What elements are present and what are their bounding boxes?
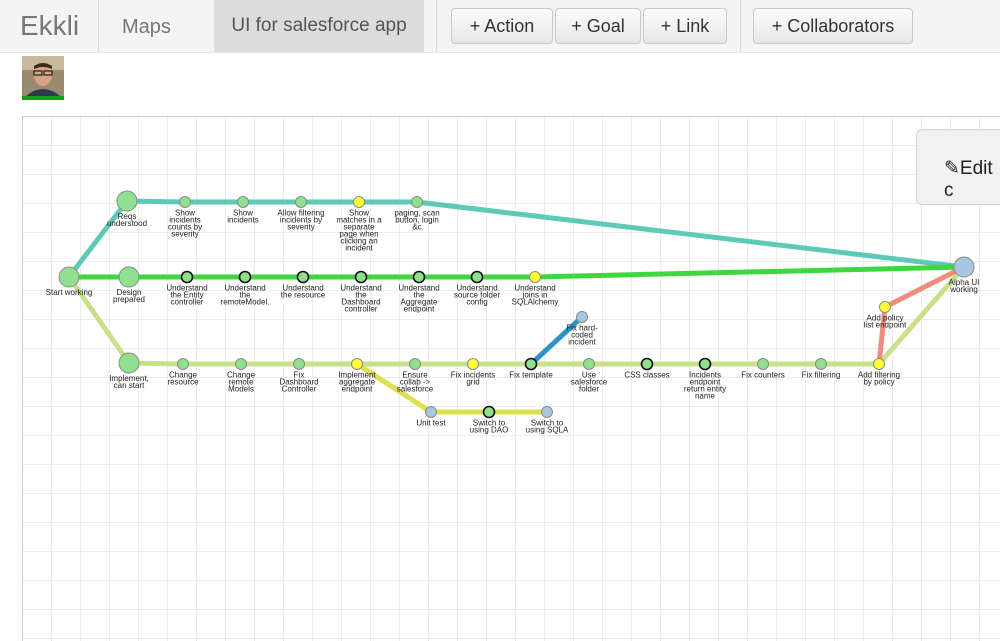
node-label-reqs: Reqs understood: [107, 212, 147, 228]
node-label-b11: Fix counters: [741, 371, 785, 380]
node-t5[interactable]: [411, 196, 423, 208]
add-action-button[interactable]: + Action: [451, 8, 553, 44]
node-label-impl: Implement, can start: [109, 374, 149, 390]
node-label-b5: Ensure collab -> salesforce: [397, 371, 434, 394]
node-label-u3: Switch to using SQLA: [526, 419, 569, 435]
edit-button[interactable]: ✎Edit c: [944, 157, 1000, 202]
node-m7[interactable]: [529, 271, 541, 283]
node-b5[interactable]: [409, 358, 421, 370]
node-m6[interactable]: [470, 270, 484, 284]
node-hc[interactable]: [576, 311, 588, 323]
node-b1[interactable]: [177, 358, 189, 370]
node-u2[interactable]: [482, 405, 496, 419]
node-b6[interactable]: [467, 358, 479, 370]
node-label-m7: Understand joins in SQLAlchemy: [512, 284, 559, 307]
add-goal-button[interactable]: + Goal: [555, 8, 641, 44]
node-label-b4: Implement aggregate endpoint: [338, 371, 376, 394]
current-map-tab[interactable]: UI for salesforce app: [214, 0, 424, 52]
node-t3[interactable]: [295, 196, 307, 208]
user-avatar[interactable]: [22, 56, 64, 100]
brand-logo[interactable]: Ekkli: [20, 10, 79, 42]
node-label-u1: Unit test: [416, 419, 446, 428]
node-b8[interactable]: [583, 358, 595, 370]
node-label-t2: Show incidents: [227, 209, 259, 225]
node-alpha[interactable]: [953, 256, 975, 278]
navbar-divider: [98, 0, 99, 52]
node-b10[interactable]: [698, 357, 712, 371]
node-b9[interactable]: [640, 357, 654, 371]
node-label-b13: Add filtering by policy: [858, 371, 900, 387]
node-label-u2: Switch to using DAO: [470, 419, 509, 435]
node-label-t3: Allow filtering incidents by severity: [277, 209, 324, 232]
add-collaborators-button[interactable]: + Collaborators: [753, 8, 913, 44]
goal-map-diagram: Start working Reqs understood Design prepare…: [46, 190, 980, 435]
edge-teal[interactable]: [66, 198, 967, 280]
node-label-m4: Understand the Dashboard controller: [340, 284, 381, 314]
node-label-b3: Fix Dashboard Controller: [279, 371, 318, 394]
node-u3[interactable]: [541, 406, 553, 418]
node-label-hc: Fix hard-coded incident: [566, 324, 598, 347]
edge-green[interactable]: [66, 264, 967, 280]
add-link-button[interactable]: + Link: [643, 8, 727, 44]
node-label-b1: Change resource: [167, 371, 199, 387]
node-b3[interactable]: [293, 358, 305, 370]
node-m5[interactable]: [412, 270, 426, 284]
node-label-b12: Fix filtering: [802, 371, 841, 380]
node-label-b6: Fix incidents grid: [451, 371, 495, 387]
node-label-design: Design prepared: [113, 288, 145, 304]
node-t2[interactable]: [237, 196, 249, 208]
node-label-ap: Add policy list endpoint: [864, 314, 907, 330]
node-label-m5: Understand the Aggregate endpoint: [398, 284, 439, 314]
node-b7[interactable]: [524, 357, 538, 371]
node-m4[interactable]: [354, 270, 368, 284]
node-design[interactable]: [118, 266, 140, 288]
node-label-m1: Understand the Entity controller: [166, 284, 207, 307]
nav-maps-link[interactable]: Maps: [122, 16, 171, 39]
node-b2[interactable]: [235, 358, 247, 370]
navbar-divider: [436, 0, 437, 52]
node-b11[interactable]: [757, 358, 769, 370]
node-label-b7: Fix template: [509, 371, 553, 380]
node-label-t5: paging, scan button, login &c: [394, 209, 439, 232]
pencil-icon: ✎: [944, 158, 960, 179]
top-navbar: Ekkli Maps UI for salesforce app + Actio…: [0, 0, 1000, 53]
node-t4[interactable]: [353, 196, 365, 208]
node-u1[interactable]: [425, 406, 437, 418]
node-label-alpha: Alpha UI working: [949, 278, 980, 294]
node-label-m6: Understand source folder config: [454, 284, 501, 307]
node-t1[interactable]: [179, 196, 191, 208]
navbar-divider: [740, 0, 741, 52]
node-label-start: Start working: [46, 288, 93, 297]
node-label-b9: CSS classes: [624, 371, 669, 380]
edge-lightgreen[interactable]: [66, 264, 967, 367]
node-m3[interactable]: [296, 270, 310, 284]
node-m2[interactable]: [238, 270, 252, 284]
map-canvas[interactable]: Start working Reqs understood Design prepare…: [22, 116, 1000, 641]
node-label-b8: Use salesforce folder: [571, 371, 608, 394]
node-m1[interactable]: [180, 270, 194, 284]
node-label-m3: Understand the resource: [281, 284, 326, 300]
node-b4[interactable]: [351, 358, 363, 370]
node-ap[interactable]: [879, 301, 891, 313]
node-impl[interactable]: [118, 352, 140, 374]
node-label-t4: Show matches in a separate page when clickin…: [336, 209, 382, 253]
node-reqs[interactable]: [116, 190, 138, 212]
node-label-t1: Show incidents counts by severity: [168, 209, 202, 239]
node-b12[interactable]: [815, 358, 827, 370]
node-label-b2: Change remote Models: [227, 371, 256, 394]
node-label-m2: Understand the remoteModel.: [221, 284, 270, 307]
node-label-b10: Incidents endpoint return entity name: [684, 371, 726, 401]
node-start[interactable]: [58, 266, 80, 288]
node-b13[interactable]: [873, 358, 885, 370]
